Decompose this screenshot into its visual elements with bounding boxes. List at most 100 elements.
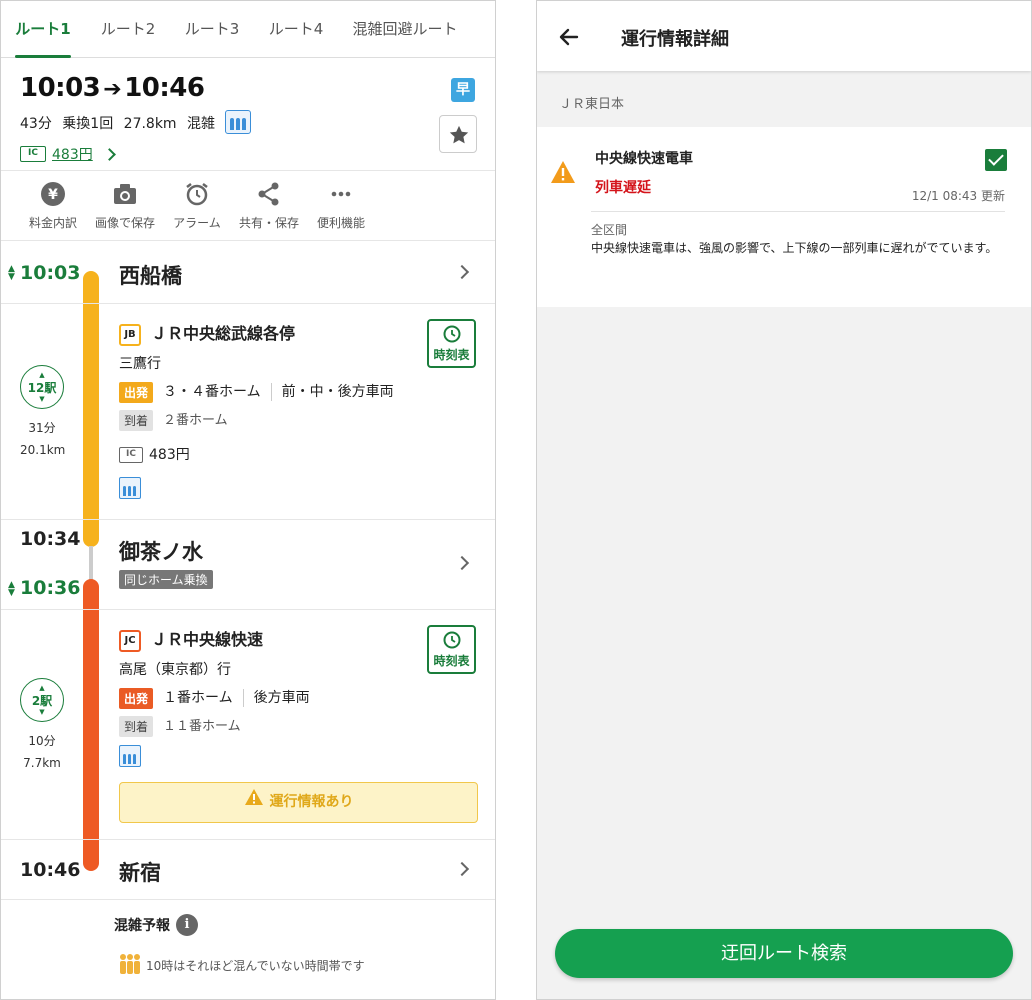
transfer-station[interactable]: 御茶ノ水 <box>119 536 203 566</box>
chevron-right-icon[interactable] <box>454 264 470 280</box>
crowd-icon <box>119 745 141 767</box>
duration: 43分 <box>20 116 52 132</box>
tab-route-1[interactable]: ルート1 <box>15 1 71 58</box>
ic-card-icon: IC <box>119 447 143 463</box>
line-code-badge: JC <box>119 629 141 652</box>
line-bar-chuo-rapid <box>83 579 99 871</box>
departure-time: 10:03 <box>20 73 101 103</box>
updated-time: 12/1 08:43 更新 <box>911 189 1005 203</box>
notification-checkbox[interactable] <box>985 149 1007 171</box>
warning-icon <box>244 783 264 821</box>
timetable-button[interactable]: 時刻表 <box>427 625 476 674</box>
fare-text: 483円 <box>149 447 190 463</box>
arrival-platform: ２番ホーム <box>163 413 228 428</box>
travel-distance: 7.7km <box>23 756 61 770</box>
tool-save-image[interactable]: 画像で保存 <box>89 180 161 231</box>
tab-route-2[interactable]: ルート2 <box>99 1 157 58</box>
tool-fare-breakdown[interactable]: ¥ 料金内訳 <box>17 180 89 231</box>
separator <box>242 689 244 707</box>
end-station[interactable]: 新宿 <box>119 857 161 887</box>
distance: 27.8km <box>123 116 177 132</box>
route-tabs: ルート1 ルート2 ルート3 ルート4 混雑回避ルート <box>1 1 495 58</box>
segment-1-line[interactable]: JB ＪＲ中央総武線各停 <box>119 320 295 346</box>
separator <box>270 383 272 401</box>
service-info-alert[interactable]: 運行情報あり <box>119 782 478 823</box>
fare-line[interactable]: IC 483円 <box>20 144 116 164</box>
line-name-text: ＪＲ中央線快速 <box>151 630 264 649</box>
forecast-title-text: 混雑予報 <box>114 918 170 934</box>
departure-tag: 出発 <box>119 687 154 709</box>
crowd-icon <box>225 110 252 134</box>
service-info-detail-screen: 運行情報詳細 ＪＲ東日本 中央線快速電車 列車遅延 12/1 08:43 更新 … <box>536 0 1032 1000</box>
alert-text: 運行情報あり <box>269 794 354 810</box>
transfer-count: 乗換1回 <box>62 116 114 132</box>
segment-2-line[interactable]: JC ＪＲ中央線快速 <box>119 626 263 652</box>
fastest-badge: 早 <box>451 78 475 102</box>
warning-icon <box>550 160 576 188</box>
tool-utilities[interactable]: 便利機能 <box>305 180 377 231</box>
segment-2-departure: 出発 １番ホーム 後方車両 <box>119 687 310 709</box>
back-arrow-icon[interactable] <box>557 25 581 53</box>
alarm-icon <box>186 183 208 206</box>
arrow-right-icon: ➔ <box>103 77 122 102</box>
segment-2-stops[interactable]: 2駅 10分7.7km <box>20 666 64 774</box>
transfer-connector <box>89 546 93 580</box>
segment-1-stops[interactable]: 12駅 31分20.1km <box>20 353 65 461</box>
crowd-icon <box>119 477 141 499</box>
segment-1-arrival: 到着 ２番ホーム <box>119 409 228 431</box>
tab-route-3[interactable]: ルート3 <box>183 1 241 58</box>
line-name-text: ＪＲ中央総武線各停 <box>151 324 296 343</box>
end-time: 10:46 <box>20 859 81 881</box>
time-range: 10:03 ➔ 10:46 <box>20 73 205 103</box>
tab-crowd-avoid-route[interactable]: 混雑回避ルート <box>351 1 459 58</box>
updown-icon: ▲ ▼ <box>8 580 15 598</box>
divider <box>1 519 495 520</box>
same-platform-transfer-tag: 同じホーム乗換 <box>119 570 213 589</box>
clock-icon <box>443 325 460 343</box>
arrival-time: 10:46 <box>124 73 205 103</box>
route-summary: 10:03 ➔ 10:46 43分 乗換1回 27.8km 混雑 IC 483円 早 <box>1 58 495 171</box>
tab-route-4[interactable]: ルート4 <box>267 1 325 58</box>
crowd-forecast-text: 10時はそれほど混んでいない時間帯です <box>118 953 365 978</box>
chevron-right-icon[interactable] <box>454 861 470 877</box>
delay-status: 列車遅延 <box>595 180 651 196</box>
divider <box>1 609 495 610</box>
tool-label: 便利機能 <box>316 216 365 230</box>
tool-bar: ¥ 料金内訳 画像で保存 アラーム 共有・保存 便利機能 <box>1 172 495 241</box>
line-bar-chuo-sobu <box>83 271 99 547</box>
tool-label: 共有・保存 <box>238 216 299 230</box>
tool-alarm[interactable]: アラーム <box>161 180 233 231</box>
start-station[interactable]: 西船橋 <box>119 260 182 290</box>
star-icon <box>449 125 469 144</box>
more-icon <box>331 191 351 197</box>
departure-platform: １番ホーム <box>163 690 233 706</box>
svg-text:¥: ¥ <box>48 187 58 203</box>
updown-icon: ▲ ▼ <box>8 264 15 282</box>
arrival-platform: １１番ホーム <box>163 719 241 734</box>
page-title: 運行情報詳細 <box>621 29 729 50</box>
timetable-button[interactable]: 時刻表 <box>427 319 476 368</box>
arrival-tag: 到着 <box>119 715 154 737</box>
detour-route-search-button[interactable]: 迂回ルート検索 <box>555 929 1013 978</box>
line-name: 中央線快速電車 <box>595 151 693 167</box>
chevron-right-icon[interactable] <box>454 555 470 571</box>
divider <box>1 839 495 840</box>
crowd-label: 混雑 <box>187 116 216 132</box>
departure-tag: 出発 <box>119 381 154 403</box>
transfer-arrival-time: 10:34 <box>20 528 81 550</box>
departure-platform: ３・４番ホーム <box>163 384 261 400</box>
segment-1-destination: 三鷹行 <box>119 356 161 372</box>
timetable-label: 時刻表 <box>433 348 470 362</box>
detail-header: 運行情報詳細 <box>537 1 1031 71</box>
arrival-tag: 到着 <box>119 409 154 431</box>
car-position: 後方車両 <box>253 690 310 706</box>
info-icon[interactable]: i <box>176 914 198 936</box>
service-info-card: 中央線快速電車 列車遅延 12/1 08:43 更新 全区間 中央線快速電車は、… <box>537 127 1031 307</box>
favorite-button[interactable] <box>439 115 477 153</box>
crowd-forecast-title: 混雑予報 i <box>114 914 198 936</box>
affected-section: 全区間 <box>591 223 628 237</box>
fare-link[interactable]: 483円 <box>52 147 93 163</box>
line-code-badge: JB <box>119 323 141 346</box>
tool-share-save[interactable]: 共有・保存 <box>233 180 305 231</box>
forecast-text: 10時はそれほど混んでいない時間帯です <box>146 959 365 973</box>
